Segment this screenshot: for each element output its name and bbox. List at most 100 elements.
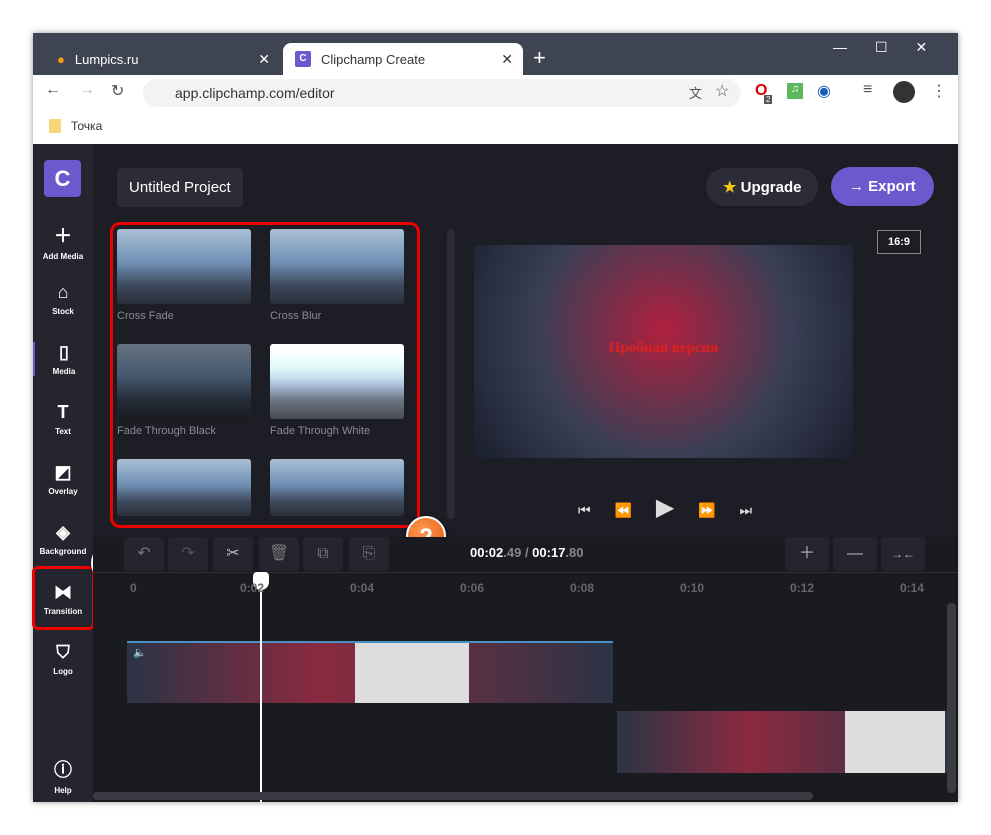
orange-favicon-icon: ● bbox=[57, 51, 65, 67]
sidebar-item-text[interactable]: T Text bbox=[33, 402, 93, 436]
ruler-tick-label: 0 bbox=[130, 581, 137, 595]
zoom-in-button[interactable]: ＋ bbox=[785, 537, 829, 571]
transition-label: Cross Fade bbox=[117, 310, 174, 322]
tab-lumpics[interactable]: ● Lumpics.ru ✕ bbox=[45, 43, 280, 75]
scrollbar[interactable] bbox=[447, 229, 455, 519]
star-icon: ★ bbox=[723, 179, 741, 196]
transition-item[interactable]: Cross Fade bbox=[117, 229, 251, 322]
current-time: 00:02 bbox=[470, 545, 504, 560]
upgrade-button[interactable]: ★ Upgrade bbox=[706, 168, 819, 206]
fit-button[interactable]: →← bbox=[881, 537, 925, 571]
project-title[interactable]: Untitled Project bbox=[117, 168, 243, 207]
fast-forward-icon[interactable]: ⏩ bbox=[698, 502, 715, 518]
globe-extension-icon[interactable]: ◉ bbox=[817, 81, 831, 101]
avatar[interactable] bbox=[893, 81, 915, 103]
separator: / bbox=[521, 545, 533, 560]
sidebar-item-add-media[interactable]: ＋ Add Media bbox=[33, 222, 93, 261]
layers-icon: ◈ bbox=[56, 522, 70, 542]
sidebar-item-background[interactable]: ◈ Background bbox=[33, 522, 93, 556]
bookmark-tochka[interactable]: Точка bbox=[71, 119, 102, 133]
playback-controls: ⏮ ⏪ ▶ ⏩ ⏭ bbox=[578, 493, 752, 522]
sidebar-item-overlay[interactable]: ◩ Overlay bbox=[33, 462, 93, 496]
split-button[interactable]: ✂ bbox=[213, 537, 253, 571]
transition-label: Fade Through White bbox=[270, 425, 371, 437]
tab-bar: ● Lumpics.ru ✕ C Clipchamp Create ✕ + —☐✕ bbox=[33, 33, 958, 75]
tab-label: Lumpics.ru bbox=[74, 51, 139, 67]
vertical-scrollbar[interactable] bbox=[947, 603, 956, 793]
export-button[interactable]: → Export bbox=[831, 167, 934, 206]
extension-badge: 2 bbox=[764, 95, 773, 104]
sidebar-item-media[interactable]: ▯ Media bbox=[33, 342, 93, 376]
transition-thumbnail bbox=[270, 229, 404, 304]
url-input[interactable]: app.clipchamp.com/editor bbox=[143, 79, 741, 107]
sidebar-item-label: Help bbox=[54, 786, 72, 795]
url-text: app.clipchamp.com/editor bbox=[175, 85, 335, 101]
close-icon[interactable]: ✕ bbox=[258, 51, 270, 68]
sidebar-item-label: Logo bbox=[53, 667, 73, 676]
sidebar-item-help[interactable]: ⓘ Help bbox=[33, 756, 93, 795]
transition-thumbnail bbox=[117, 229, 251, 304]
transition-label: Fade Through Black bbox=[117, 425, 216, 437]
clip-frame-white bbox=[355, 643, 469, 703]
translate-icon[interactable]: ⽂ bbox=[689, 83, 702, 102]
star-icon[interactable]: ☆ bbox=[715, 81, 729, 101]
music-extension-icon[interactable]: ♫ bbox=[787, 83, 803, 99]
ruler-tick-label: 0:02 bbox=[240, 581, 265, 595]
help-icon: ⓘ bbox=[54, 760, 72, 780]
transition-label: Cross Blur bbox=[270, 310, 322, 322]
transition-item[interactable]: Fade Through White bbox=[270, 344, 404, 437]
ruler-tick-label: 0:12 bbox=[790, 581, 815, 595]
sidebar-item-stock[interactable]: ⌂ Stock bbox=[33, 282, 93, 316]
skip-start-icon[interactable]: ⏮ bbox=[578, 502, 591, 518]
zoom-out-button[interactable]: — bbox=[833, 537, 877, 571]
rewind-icon[interactable]: ⏪ bbox=[615, 502, 632, 518]
sidebar-item-logo[interactable]: ⛉ Logo bbox=[33, 642, 93, 676]
delete-button[interactable]: 🗑 bbox=[259, 537, 299, 571]
ruler-tick-label: 0:04 bbox=[350, 581, 375, 595]
forward-icon[interactable]: → bbox=[79, 81, 95, 99]
play-icon[interactable]: ▶ bbox=[656, 494, 674, 521]
transition-item[interactable]: Fade Through Black bbox=[117, 344, 251, 437]
undo-button[interactable]: ↶ bbox=[124, 537, 164, 571]
highlight-box-1 bbox=[32, 566, 95, 630]
watermark-text: Пробная версия bbox=[608, 340, 719, 356]
browser-window: ● Lumpics.ru ✕ C Clipchamp Create ✕ + —☐✕ ← … bbox=[32, 33, 958, 802]
reload-icon[interactable]: ↻ bbox=[111, 81, 124, 101]
volume-icon[interactable]: 🔈 bbox=[133, 647, 147, 659]
copy-to-button[interactable]: ⎘ bbox=[349, 537, 389, 571]
menu-icon[interactable]: ⋮ bbox=[931, 81, 947, 101]
export-label: Export bbox=[868, 178, 916, 195]
duplicate-button[interactable]: ⧉ bbox=[303, 537, 343, 571]
time-display: 00:02.49 / 00:17.80 bbox=[470, 545, 584, 560]
new-tab-button[interactable]: + bbox=[533, 45, 546, 71]
ruler-tick-label: 0:10 bbox=[680, 581, 705, 595]
ruler-tick-label: 0:06 bbox=[460, 581, 485, 595]
tab-clipchamp[interactable]: C Clipchamp Create ✕ bbox=[283, 43, 523, 75]
tab-label: Clipchamp Create bbox=[321, 51, 426, 67]
sidebar-item-label: Add Media bbox=[42, 252, 84, 261]
plus-icon: ＋ bbox=[54, 226, 72, 246]
arrow-right-icon: → bbox=[849, 178, 869, 195]
aspect-ratio-button[interactable]: 16:9 bbox=[877, 230, 922, 254]
media-control-icon[interactable]: ≡ bbox=[863, 81, 872, 99]
text-icon: T bbox=[57, 402, 69, 422]
ruler-tick-label: 0:14 bbox=[900, 581, 925, 595]
window-controls[interactable]: —☐✕ bbox=[833, 39, 955, 56]
bookmarks-bar: Точка bbox=[33, 110, 958, 144]
transition-item[interactable] bbox=[270, 459, 404, 522]
address-bar-row: ← → ↻ app.clipchamp.com/editor ⽂ ☆ O 2 ♫… bbox=[33, 75, 958, 110]
app-logo[interactable]: C bbox=[44, 160, 81, 197]
horizontal-scrollbar[interactable] bbox=[93, 792, 813, 800]
ruler-divider bbox=[93, 572, 958, 573]
transition-item[interactable] bbox=[117, 459, 251, 522]
redo-button[interactable]: ↷ bbox=[168, 537, 208, 571]
transition-thumbnail bbox=[117, 459, 251, 516]
skip-end-icon[interactable]: ⏭ bbox=[740, 502, 753, 518]
back-icon[interactable]: ← bbox=[45, 81, 61, 99]
transition-thumbnail bbox=[117, 344, 251, 419]
playhead-line bbox=[260, 581, 262, 802]
video-preview[interactable]: Пробная версия bbox=[474, 245, 853, 458]
close-icon[interactable]: ✕ bbox=[501, 51, 513, 68]
sidebar-item-label: Text bbox=[55, 427, 71, 436]
transition-item[interactable]: Cross Blur bbox=[270, 229, 404, 322]
